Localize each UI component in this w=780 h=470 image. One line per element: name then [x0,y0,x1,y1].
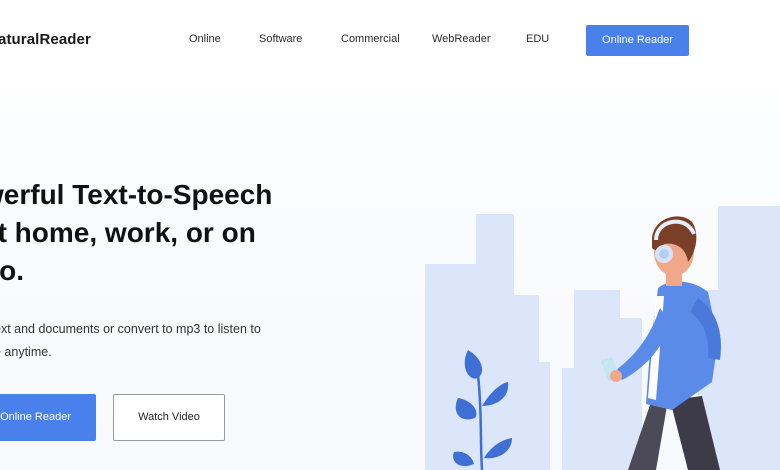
nav-edu[interactable]: EDU [526,33,549,45]
headline-line: go. [0,255,24,286]
nav-software[interactable]: Software [259,33,302,45]
online-reader-button-label: o Online Reader [0,411,71,423]
building [532,362,550,470]
watch-video-button[interactable]: Watch Video [113,394,225,441]
nav-commercial[interactable]: Commercial [341,33,400,45]
page: aturalReader Online Software Commercial … [0,0,780,470]
building [562,368,574,470]
city-buildings [425,206,780,470]
building [718,206,780,470]
hero-headline: werful Text-to-Speech at home, work, or … [0,176,312,290]
online-reader-button[interactable]: o Online Reader [0,394,96,441]
headline-line: at home, work, or on [0,217,256,248]
hero-illustration [425,206,780,470]
logo[interactable]: aturalReader [0,31,91,48]
headline-line: werful Text-to-Speech [0,179,273,210]
hero-subtext: ext and documents or convert to mp3 to l… [0,318,314,364]
subtext-line: ext and documents or convert to mp3 to l… [0,322,261,336]
subtext-line: e anytime. [0,345,52,359]
nav-online[interactable]: Online [189,33,221,45]
online-reader-nav-button[interactable]: Online Reader [586,25,689,56]
nav-webreader[interactable]: WebReader [432,33,491,45]
site-header: aturalReader Online Software Commercial … [0,0,780,80]
